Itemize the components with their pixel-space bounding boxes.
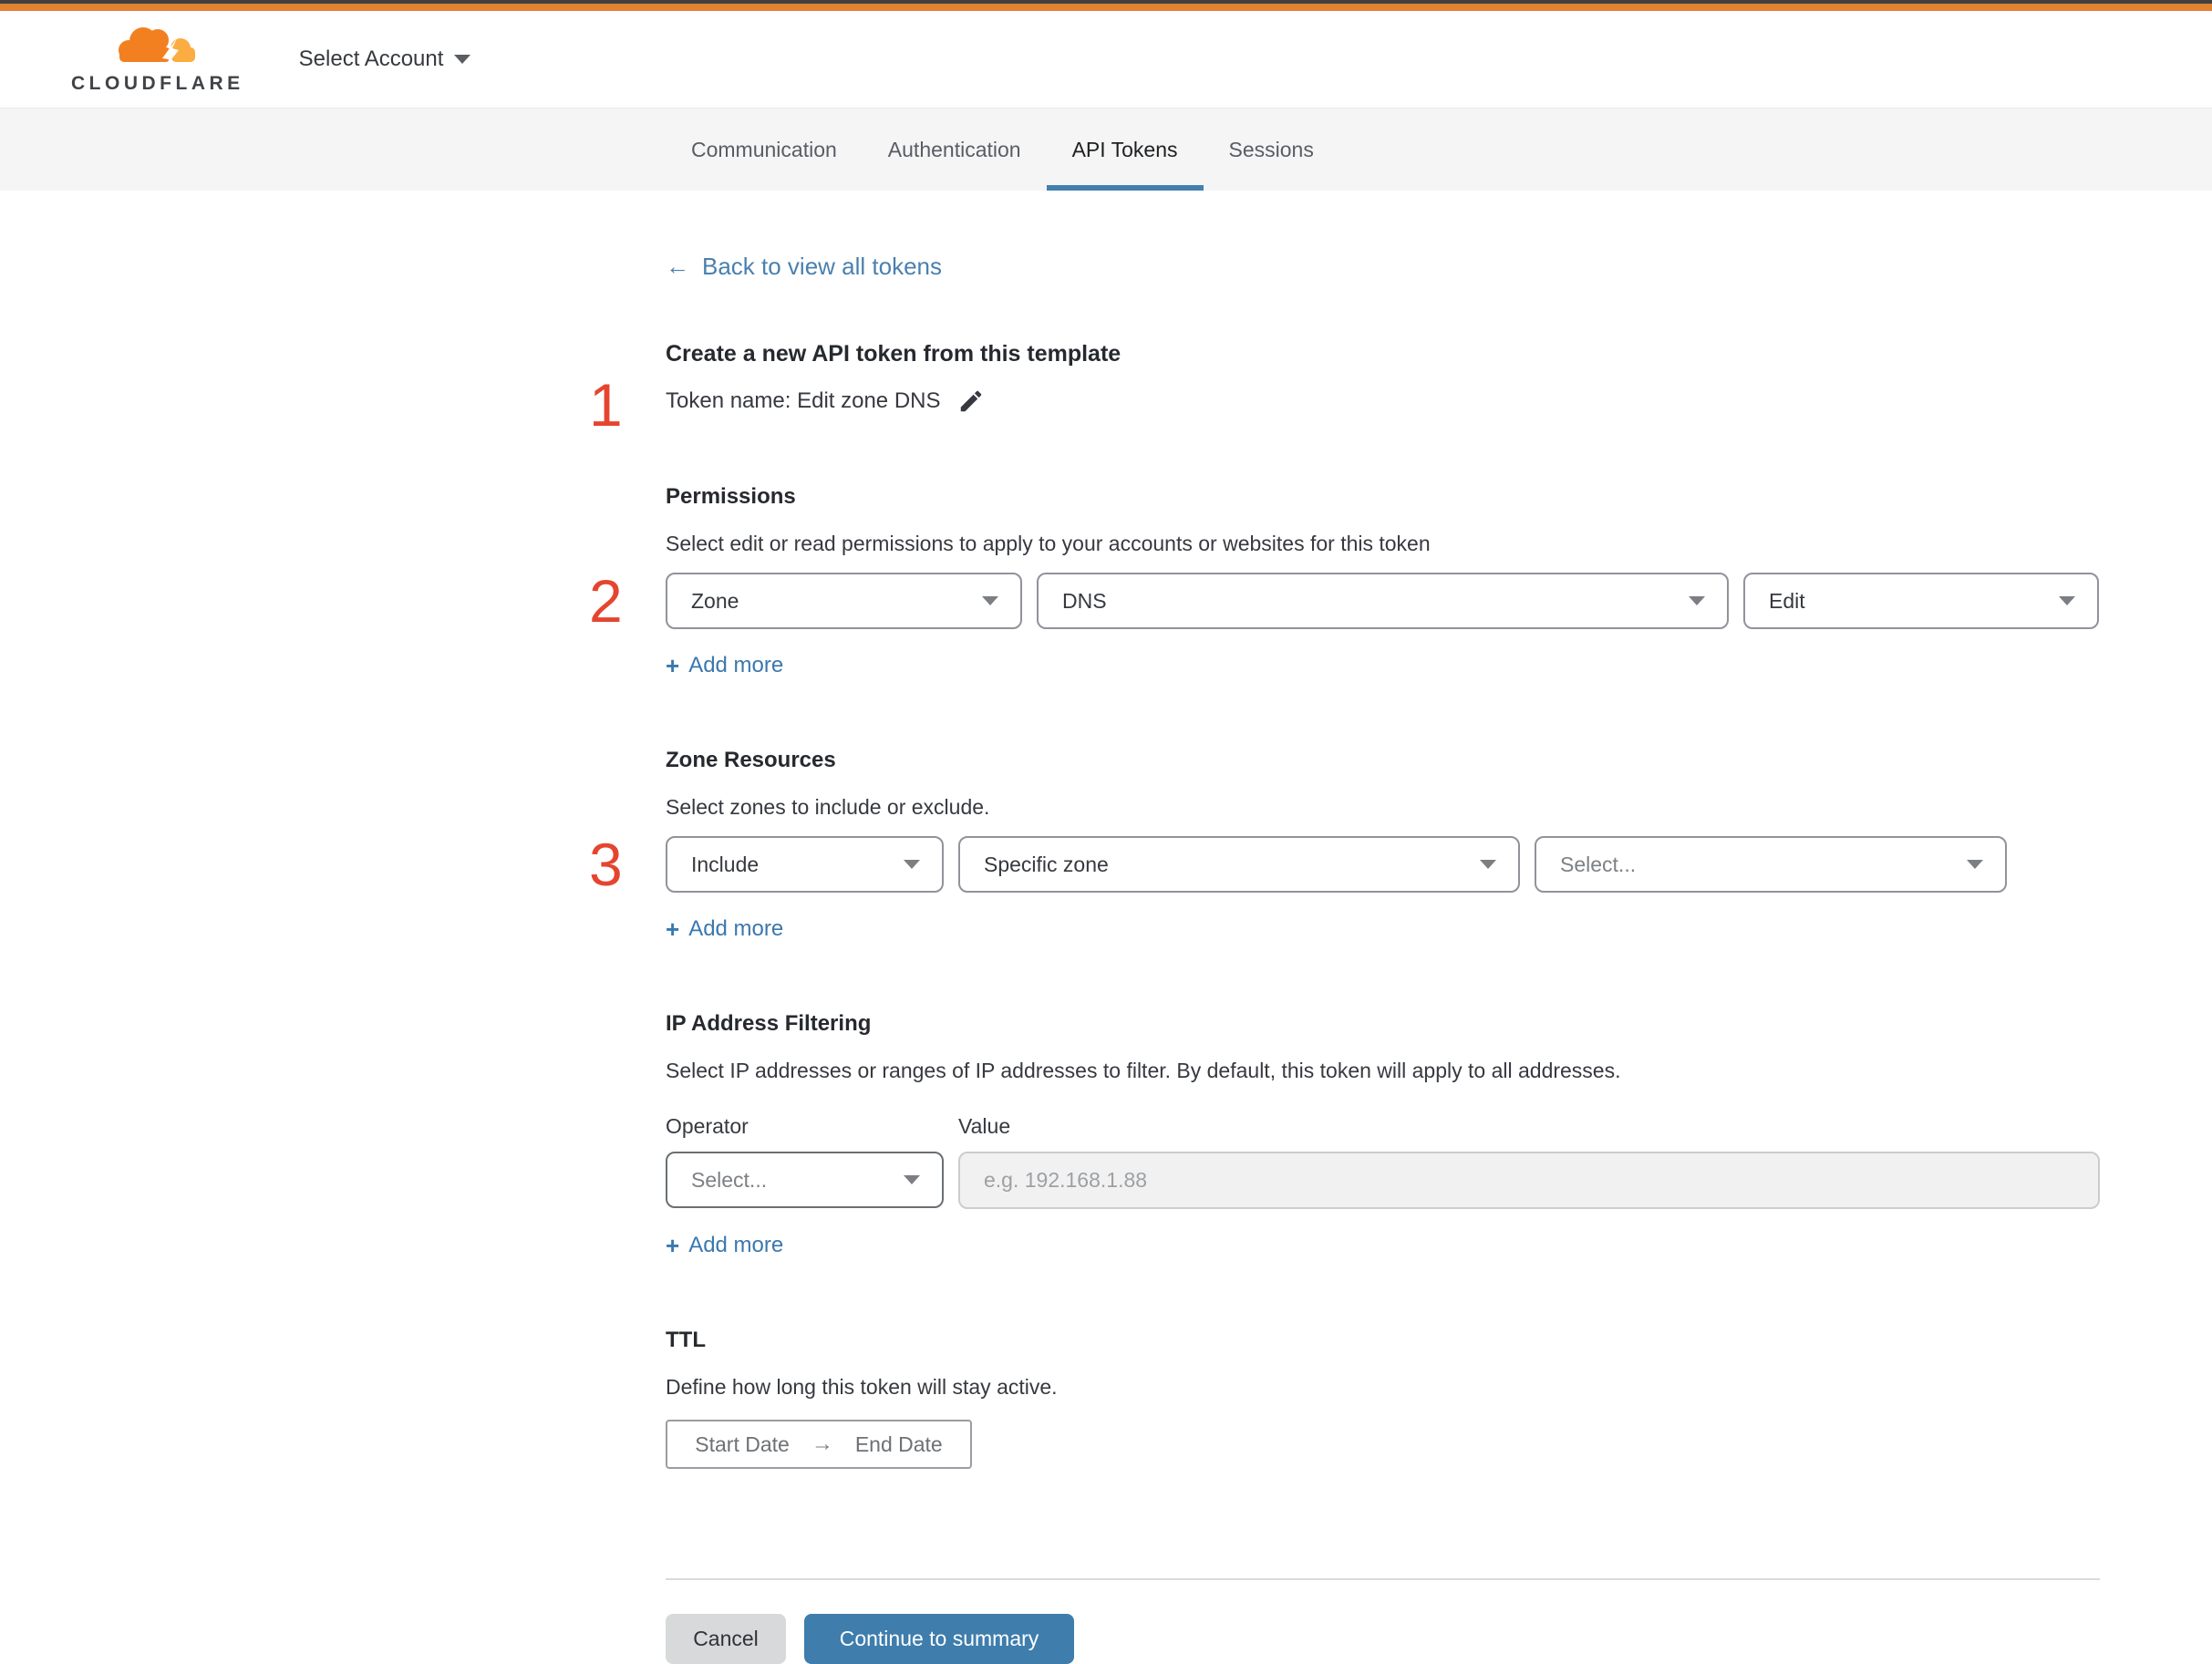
chevron-down-icon	[982, 596, 998, 605]
zone-select-placeholder: Select...	[1560, 852, 1637, 876]
permission-access-dropdown[interactable]: Edit	[1743, 573, 2099, 629]
tab-list: Communication Authentication API Tokens …	[666, 109, 2212, 191]
continue-to-summary-button[interactable]: Continue to summary	[804, 1614, 1074, 1664]
account-selector[interactable]: Select Account	[299, 47, 471, 72]
permission-access-value: Edit	[1769, 588, 1805, 613]
left-arrow-icon: ←	[666, 253, 689, 280]
chevron-down-icon	[1480, 860, 1496, 869]
end-date-placeholder: End Date	[854, 1431, 943, 1456]
logo-wordmark: CLOUDFLARE	[71, 73, 244, 94]
permissions-section: Permissions Select edit or read permissi…	[589, 484, 2100, 678]
permission-scope-value: Zone	[691, 588, 739, 613]
permission-service-dropdown[interactable]: DNS	[1037, 573, 1729, 629]
permissions-dropdown-row: 2 Zone DNS Edit	[589, 571, 2100, 631]
chevron-down-icon	[1967, 860, 1983, 869]
operator-label: Operator	[666, 1114, 749, 1138]
zone-resources-heading: Zone Resources	[666, 748, 836, 772]
permissions-add-more-link[interactable]: + Add more	[666, 653, 783, 678]
edit-pencil-icon[interactable]	[957, 388, 985, 415]
tab-authentication[interactable]: Authentication	[863, 109, 1047, 191]
account-selector-label: Select Account	[298, 47, 444, 71]
value-label: Value	[958, 1114, 1011, 1138]
date-range-picker[interactable]: Start Date → End Date	[666, 1420, 972, 1469]
footer-divider	[666, 1578, 2100, 1580]
start-date-placeholder: Start Date	[695, 1431, 790, 1456]
tab-sessions[interactable]: Sessions	[1204, 109, 1339, 191]
zone-type-dropdown[interactable]: Specific zone	[958, 836, 1520, 893]
zone-resources-add-more-link[interactable]: + Add more	[666, 916, 783, 942]
ip-filtering-controls-row: Select...	[666, 1152, 2100, 1209]
back-link[interactable]: ← Back to view all tokens	[666, 253, 942, 281]
permissions-heading: Permissions	[666, 484, 796, 509]
zone-resources-description: Select zones to include or exclude.	[666, 795, 990, 819]
permission-scope-dropdown[interactable]: Zone	[666, 573, 1022, 629]
plus-icon: +	[666, 915, 680, 943]
ip-filtering-section: IP Address Filtering Select IP addresses…	[666, 1011, 2100, 1258]
operator-dropdown[interactable]: Select...	[666, 1152, 944, 1208]
ip-value-input[interactable]	[958, 1152, 2100, 1209]
cancel-button[interactable]: Cancel	[666, 1614, 786, 1664]
app-header: CLOUDFLARE Select Account	[0, 11, 2212, 108]
token-name-text: Token name: Edit zone DNS	[666, 388, 941, 413]
chevron-down-icon	[2059, 596, 2075, 605]
add-more-label: Add more	[688, 916, 784, 941]
footer-actions: Cancel Continue to summary	[666, 1614, 2100, 1664]
brand-bar	[0, 4, 2212, 11]
ip-filtering-labels: Operator Value	[666, 1114, 2100, 1139]
tab-communication[interactable]: Communication	[666, 109, 863, 191]
chevron-down-icon	[904, 1175, 920, 1184]
ip-filtering-heading: IP Address Filtering	[666, 1011, 872, 1036]
token-template-section: Create a new API token from this templat…	[589, 341, 2100, 435]
permission-service-value: DNS	[1062, 588, 1107, 613]
ttl-description: Define how long this token will stay act…	[666, 1375, 1058, 1399]
tab-bar: Communication Authentication API Tokens …	[0, 108, 2212, 191]
plus-icon: +	[666, 652, 680, 679]
ttl-heading: TTL	[666, 1328, 706, 1352]
create-token-heading: Create a new API token from this templat…	[666, 341, 1122, 367]
token-name-row: 1 Token name: Edit zone DNS	[589, 375, 2100, 435]
permissions-description: Select edit or read permissions to apply…	[666, 532, 1431, 555]
chevron-down-icon	[1689, 596, 1705, 605]
zone-select-dropdown[interactable]: Select...	[1535, 836, 2007, 893]
operator-placeholder: Select...	[691, 1167, 768, 1192]
back-link-label: Back to view all tokens	[702, 253, 943, 280]
zone-include-value: Include	[691, 852, 760, 876]
add-more-label: Add more	[688, 1233, 784, 1257]
step-number-2: 2	[589, 567, 623, 635]
tab-api-tokens[interactable]: API Tokens	[1046, 109, 1204, 191]
zone-resources-dropdown-row: 3 Include Specific zone Select...	[589, 834, 2100, 894]
main-content: ← Back to view all tokens Create a new A…	[589, 191, 2100, 1664]
cloudflare-cloud-icon	[113, 24, 202, 72]
right-arrow-icon: →	[811, 1431, 833, 1456]
chevron-down-icon	[454, 55, 471, 64]
zone-resources-section: Zone Resources Select zones to include o…	[589, 748, 2100, 942]
cloudflare-logo[interactable]: CLOUDFLARE	[71, 24, 244, 95]
zone-type-value: Specific zone	[984, 852, 1109, 876]
ip-filtering-description: Select IP addresses or ranges of IP addr…	[666, 1059, 1621, 1082]
step-number-3: 3	[589, 831, 623, 898]
add-more-label: Add more	[688, 653, 784, 677]
ip-filtering-add-more-link[interactable]: + Add more	[666, 1233, 783, 1258]
plus-icon: +	[666, 1232, 680, 1259]
zone-include-dropdown[interactable]: Include	[666, 836, 944, 893]
chevron-down-icon	[904, 860, 920, 869]
step-number-1: 1	[589, 371, 623, 439]
ttl-section: TTL Define how long this token will stay…	[666, 1328, 2100, 1469]
